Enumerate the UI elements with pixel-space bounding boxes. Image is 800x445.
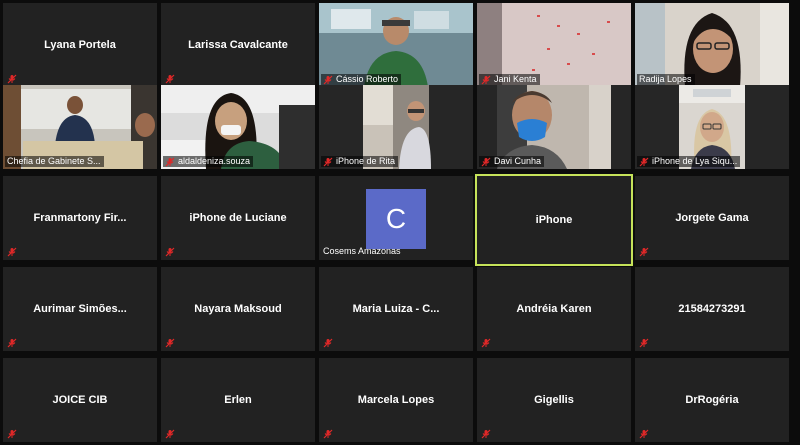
- participant-status: Chefia de Gabinete S...: [5, 156, 104, 167]
- participant-tile-marcela-lopes[interactable]: Marcela Lopes: [319, 358, 473, 442]
- participant-status: [165, 429, 175, 439]
- participant-tile-21584273291[interactable]: 21584273291: [635, 267, 789, 351]
- participant-name: Franmartony Fir...: [33, 212, 127, 224]
- participant-status: [639, 429, 649, 439]
- participant-tile-iphone-de-rita[interactable]: iPhone de Rita: [319, 85, 473, 169]
- participant-status: [481, 338, 491, 348]
- muted-mic-icon: [481, 429, 491, 439]
- muted-mic-icon: [481, 338, 491, 348]
- participant-name: Gigellis: [534, 394, 574, 406]
- participant-status: [639, 338, 649, 348]
- muted-mic-icon: [323, 429, 333, 439]
- muted-mic-icon: [165, 429, 175, 439]
- participant-tile-andreia-karen[interactable]: Andréia Karen: [477, 267, 631, 351]
- participant-tile-chefia-de-gabinete[interactable]: Chefia de Gabinete S...: [3, 85, 157, 169]
- participant-name: JOICE CIB: [52, 394, 108, 406]
- participant-name: Nayara Maksoud: [194, 303, 282, 315]
- participant-status: [639, 247, 649, 257]
- video-gallery: Lyana Portela Larissa Cavalcante Cássio …: [0, 0, 800, 445]
- participant-name: Chefia de Gabinete S...: [7, 156, 101, 166]
- participant-tile-iphone-de-luciane[interactable]: iPhone de Luciane: [161, 176, 315, 260]
- participant-tile-gigellis[interactable]: Gigellis: [477, 358, 631, 442]
- participant-name: Cosems Amazonas: [323, 246, 401, 256]
- participant-name: Larissa Cavalcante: [188, 39, 288, 51]
- participant-name: 21584273291: [678, 303, 746, 315]
- participant-name: Jani Kenta: [494, 74, 537, 84]
- participant-status: iPhone de Rita: [321, 156, 399, 167]
- participant-status: [7, 338, 17, 348]
- muted-mic-icon: [639, 247, 649, 257]
- muted-mic-icon: [323, 157, 333, 167]
- participant-tile-jorgete-gama[interactable]: Jorgete Gama: [635, 176, 789, 260]
- participant-tile-radija-lopes[interactable]: Radija Lopes: [635, 3, 789, 87]
- participant-status: Cássio Roberto: [321, 74, 402, 85]
- muted-mic-icon: [481, 157, 491, 167]
- muted-mic-icon: [481, 75, 491, 85]
- participant-tile-maria-luiza[interactable]: Maria Luiza - C...: [319, 267, 473, 351]
- participant-tile-cosems-amazonas[interactable]: C Cosems Amazonas: [319, 176, 473, 260]
- participant-tile-jani-kenta[interactable]: Jani Kenta: [477, 3, 631, 87]
- participant-status: [165, 247, 175, 257]
- participant-name: Jorgete Gama: [675, 212, 749, 224]
- participant-name: iPhone de Lya Siqu...: [652, 156, 738, 166]
- participant-tile-iphone-de-lya[interactable]: iPhone de Lya Siqu...: [635, 85, 789, 169]
- participant-name: Lyana Portela: [44, 39, 116, 51]
- participant-status: [323, 338, 333, 348]
- participant-name: DrRogéria: [685, 394, 739, 406]
- participant-name: iPhone: [535, 214, 573, 226]
- participant-tile-franmartony[interactable]: Franmartony Fir...: [3, 176, 157, 260]
- participant-tile-larissa-cavalcante[interactable]: Larissa Cavalcante: [161, 3, 315, 87]
- participant-name: Andréia Karen: [516, 303, 592, 315]
- participant-tile-joice-cib[interactable]: JOICE CIB: [3, 358, 157, 442]
- participant-name: Davi Cunha: [494, 156, 542, 166]
- participant-status: iPhone de Lya Siqu...: [637, 156, 741, 167]
- participant-tile-drrogeria[interactable]: DrRogéria: [635, 358, 789, 442]
- muted-mic-icon: [639, 157, 649, 167]
- muted-mic-icon: [7, 429, 17, 439]
- participant-status: [165, 74, 175, 84]
- participant-status: aldaldeniza.souza: [163, 156, 254, 167]
- participant-tile-lyana-portela[interactable]: Lyana Portela: [3, 3, 157, 87]
- participant-name: iPhone de Luciane: [189, 212, 287, 224]
- muted-mic-icon: [323, 75, 333, 85]
- participant-tile-cassio-roberto[interactable]: Cássio Roberto: [319, 3, 473, 87]
- muted-mic-icon: [7, 247, 17, 257]
- participant-status: Jani Kenta: [479, 74, 540, 85]
- participant-status: Radija Lopes: [637, 74, 695, 85]
- muted-mic-icon: [639, 429, 649, 439]
- participant-tile-nayara-maksoud[interactable]: Nayara Maksoud: [161, 267, 315, 351]
- muted-mic-icon: [165, 247, 175, 257]
- muted-mic-icon: [7, 74, 17, 84]
- muted-mic-icon: [7, 338, 17, 348]
- participant-tile-iphone-active-speaker[interactable]: iPhone: [475, 174, 633, 266]
- muted-mic-icon: [165, 74, 175, 84]
- participant-status: [481, 429, 491, 439]
- participant-name: Marcela Lopes: [357, 394, 435, 406]
- participant-tile-aldaldeniza-souza[interactable]: aldaldeniza.souza: [161, 85, 315, 169]
- muted-mic-icon: [323, 338, 333, 348]
- participant-status: [7, 247, 17, 257]
- participant-name: Aurimar Simões...: [33, 303, 127, 315]
- participant-name: Erlen: [224, 394, 252, 406]
- muted-mic-icon: [165, 338, 175, 348]
- muted-mic-icon: [639, 338, 649, 348]
- participant-name: iPhone de Rita: [336, 156, 396, 166]
- participant-status: [7, 74, 17, 84]
- participant-name: Radija Lopes: [639, 74, 692, 84]
- participant-status: [7, 429, 17, 439]
- participant-status: Cosems Amazonas: [323, 246, 401, 257]
- participant-tile-erlen[interactable]: Erlen: [161, 358, 315, 442]
- participant-name: Cássio Roberto: [336, 74, 399, 84]
- participant-name: Maria Luiza - C...: [352, 303, 440, 315]
- participant-tile-davi-cunha[interactable]: Davi Cunha: [477, 85, 631, 169]
- participant-status: [323, 429, 333, 439]
- muted-mic-icon: [165, 157, 175, 167]
- participant-tile-aurimar-simoes[interactable]: Aurimar Simões...: [3, 267, 157, 351]
- avatar: C: [366, 189, 426, 249]
- participant-status: [165, 338, 175, 348]
- participant-status: Davi Cunha: [479, 156, 545, 167]
- participant-name: aldaldeniza.souza: [178, 156, 251, 166]
